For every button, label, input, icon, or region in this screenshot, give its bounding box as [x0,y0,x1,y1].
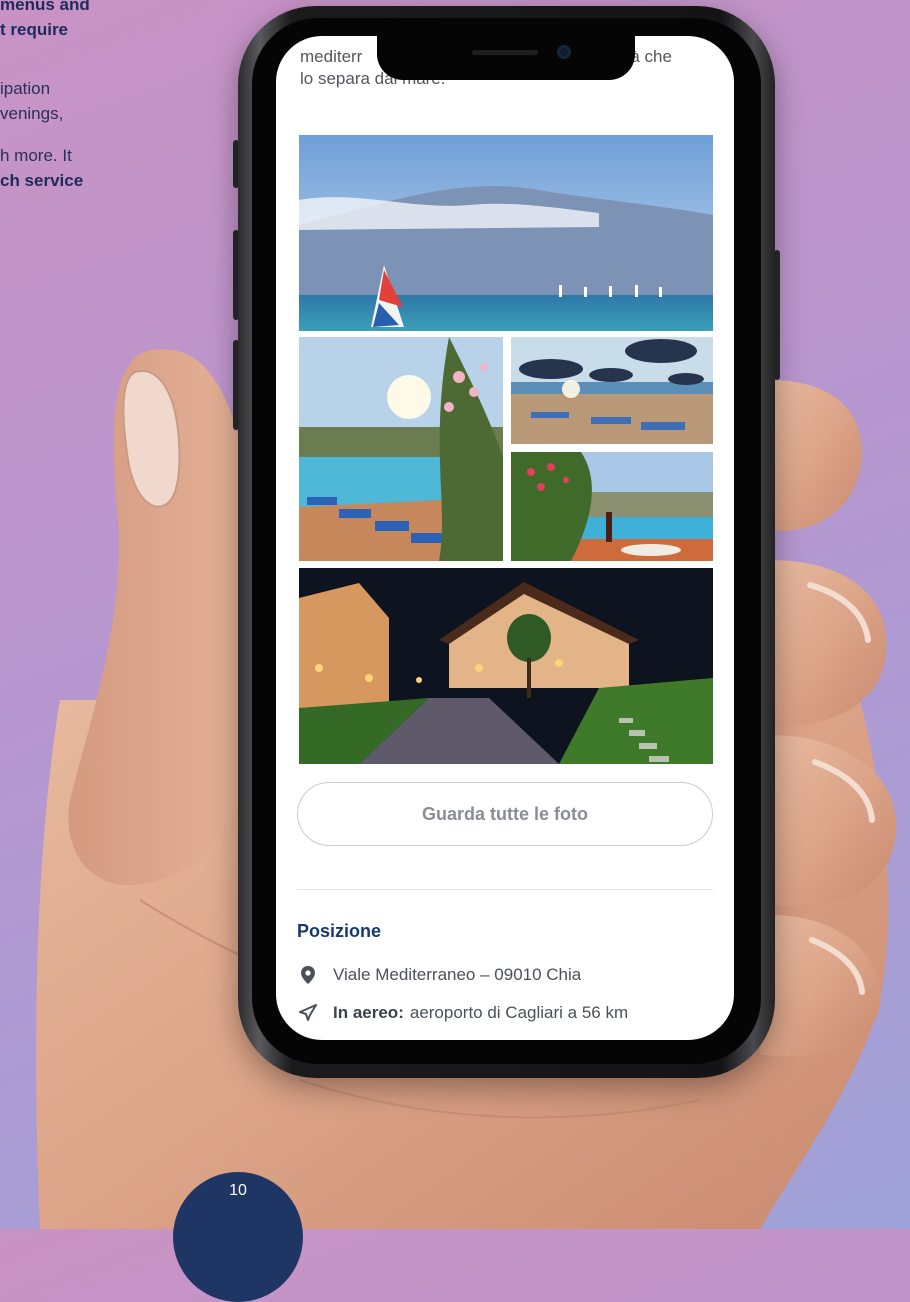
section-divider [297,889,713,890]
air-travel-value: aeroporto di Cagliari a 56 km [409,1003,629,1022]
description-line-start: mediterr [300,47,363,66]
air-travel-label: In aereo: [333,1003,404,1022]
speaker-grille [472,50,538,55]
phone-notch [377,28,635,80]
page-number: 10 [229,1182,247,1199]
photo-pool-dining[interactable] [511,452,713,561]
address-text: Viale Mediterraneo – 09010 Chia [333,965,582,984]
photo-pool-oleander[interactable] [299,337,503,561]
address-row: Viale Mediterraneo – 09010 Chia [297,964,581,986]
photo-beach-umbrellas[interactable] [511,337,713,444]
photo-village-night[interactable] [299,568,713,764]
photo-beach-windsurf[interactable] [299,135,713,331]
location-section-title: Posizione [297,921,382,941]
map-pin-icon [297,964,319,986]
air-travel-row: In aereo: aeroporto di Cagliari a 56 km [297,1002,628,1024]
phone-screen: mediterr ietà che lo separa dal mare. Gu… [276,36,734,1040]
camera-icon [557,45,571,59]
view-all-photos-button[interactable]: Guarda tutte le foto [297,782,713,846]
airplane-icon [297,1002,319,1024]
